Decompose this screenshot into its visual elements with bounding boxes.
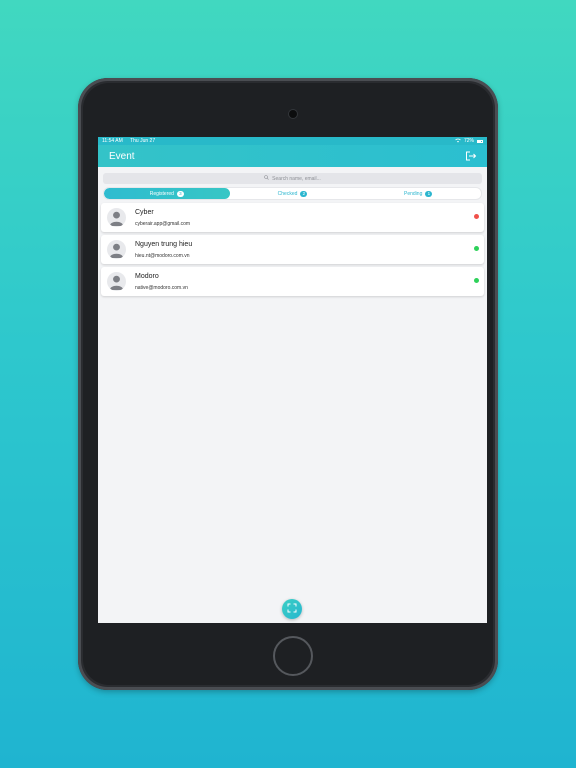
wifi-icon (455, 138, 461, 145)
scan-icon (287, 600, 297, 618)
home-button[interactable] (273, 636, 313, 676)
attendee-card[interactable]: Cyber cyberair.app@gmail.com (101, 203, 484, 232)
attendee-email: cyberair.app@gmail.com (135, 221, 191, 227)
tab-checked[interactable]: Checked 2 (230, 188, 356, 199)
avatar (107, 240, 126, 259)
attendee-list: Cyber cyberair.app@gmail.com Nguyen trun… (101, 203, 484, 299)
nav-bar: Event (98, 145, 487, 167)
tab-count-badge: 1 (425, 190, 433, 197)
status-date: Thu Jun 27 (130, 138, 156, 144)
attendee-email: hieu.nt@modoro.com.vn (135, 253, 190, 259)
status-bar: 11:54 AM Thu Jun 27 72% (98, 137, 487, 145)
status-dot (474, 214, 479, 219)
status-dot (474, 278, 479, 283)
page-title: Event (109, 150, 135, 162)
tab-count-badge: 3 (176, 190, 184, 197)
avatar (107, 272, 126, 291)
logout-icon[interactable] (465, 151, 477, 161)
attendee-card[interactable]: Nguyen trung hieu hieu.nt@modoro.com.vn (101, 235, 484, 264)
attendee-name: Modoro (135, 273, 159, 280)
status-time: 11:54 AM (102, 138, 123, 144)
tab-count-badge: 2 (300, 190, 308, 197)
tab-label: Pending (404, 190, 423, 197)
tab-registered[interactable]: Registered 3 (104, 188, 230, 199)
search-placeholder: Search name, email... (272, 175, 321, 182)
status-dot (474, 246, 479, 251)
ipad-frame: 11:54 AM Thu Jun 27 72% Event Search nam… (78, 78, 498, 690)
search-input[interactable]: Search name, email... (103, 173, 482, 184)
attendee-name: Nguyen trung hieu (135, 241, 193, 248)
avatar (107, 208, 126, 227)
tab-pending[interactable]: Pending 1 (355, 188, 481, 199)
attendee-card[interactable]: Modoro native@modoro.com.vn (101, 267, 484, 296)
search-icon (264, 175, 269, 182)
tab-label: Checked (277, 190, 298, 197)
attendee-name: Cyber (135, 209, 154, 216)
attendee-email: native@modoro.com.vn (135, 285, 188, 291)
search-bar: Search name, email... (103, 173, 482, 184)
app-screen: 11:54 AM Thu Jun 27 72% Event Search nam… (98, 137, 487, 623)
battery-percent: 72% (463, 138, 474, 144)
battery-icon (477, 139, 483, 143)
tab-label: Registered (149, 190, 174, 197)
front-camera (289, 110, 297, 118)
ipad-bezel: 11:54 AM Thu Jun 27 72% Event Search nam… (83, 83, 493, 685)
filter-tabs: Registered 3 Checked 2 Pending 1 (103, 187, 482, 200)
scan-button[interactable] (282, 599, 302, 619)
